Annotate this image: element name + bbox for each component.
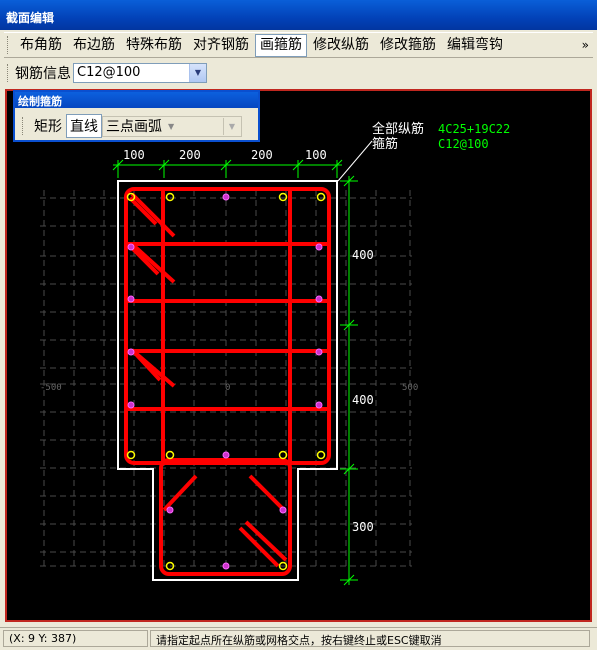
rectangle-mode-button[interactable]: 矩形 bbox=[30, 114, 66, 138]
stirrup-hook bbox=[130, 246, 160, 276]
side-bar bbox=[315, 295, 323, 303]
side-bar bbox=[222, 562, 230, 570]
arc-mode-select[interactable]: 三点画弧 ▼ ▼ bbox=[102, 115, 242, 137]
outer-stirrup bbox=[124, 187, 331, 465]
draw-stirrup-panel: 绘制箍筋 矩形 直线 三点画弧 ▼ ▼ bbox=[13, 90, 260, 142]
side-bar bbox=[127, 348, 135, 356]
corner-bar bbox=[316, 192, 326, 202]
legend-stirrup-label: 箍筋 bbox=[372, 136, 398, 152]
arc-mode-dropdown-icon: ▼ bbox=[168, 121, 175, 131]
legend-all-rebar-label: 全部纵筋 bbox=[372, 121, 424, 137]
legend-stirrup-value: C12@100 bbox=[438, 137, 489, 151]
legend-all-rebar-value: 4C25+19C22 bbox=[438, 122, 510, 136]
corner-bar bbox=[278, 192, 288, 202]
dim-top-4: 100 bbox=[305, 148, 327, 162]
corner-bar bbox=[278, 450, 288, 460]
legend-leader-line bbox=[337, 140, 373, 182]
side-bar bbox=[315, 243, 323, 251]
cursor-coordinates: (X: 9 Y: 387) bbox=[3, 630, 148, 647]
side-bar bbox=[315, 348, 323, 356]
status-message: 请指定起点所在纵筋或网格交点，按右键终止或ESC键取消 bbox=[150, 630, 590, 647]
panel-grip[interactable] bbox=[22, 117, 26, 135]
stirrup-hook bbox=[248, 474, 286, 512]
side-bar bbox=[222, 451, 230, 459]
grid-lines bbox=[40, 190, 412, 570]
side-bar bbox=[127, 295, 135, 303]
side-bar bbox=[315, 401, 323, 409]
chevron-down-icon[interactable]: ▼ bbox=[223, 117, 240, 135]
stirrup-hook bbox=[162, 474, 198, 512]
corner-bar bbox=[126, 450, 136, 460]
corner-bar bbox=[316, 450, 326, 460]
dim-right-3: 300 bbox=[352, 520, 374, 534]
section-outline bbox=[117, 180, 338, 581]
dim-top-3: 200 bbox=[251, 148, 273, 162]
line-mode-button[interactable]: 直线 bbox=[66, 114, 102, 138]
dim-right-1: 400 bbox=[352, 248, 374, 262]
axis-left-label: -500 bbox=[40, 383, 62, 393]
stirrup-hook bbox=[130, 242, 176, 284]
corner-bar bbox=[165, 450, 175, 460]
stirrup-hook bbox=[132, 350, 162, 382]
side-bar bbox=[127, 401, 135, 409]
dim-top-2: 200 bbox=[179, 148, 201, 162]
axis-center-label: 0 bbox=[225, 383, 230, 393]
side-bar bbox=[127, 243, 135, 251]
dimension-lines bbox=[112, 159, 358, 586]
arc-mode-value: 三点画弧 bbox=[106, 119, 162, 135]
corner-bar bbox=[165, 192, 175, 202]
status-bar: (X: 9 Y: 387) 请指定起点所在纵筋或网格交点，按右键终止或ESC键取… bbox=[0, 627, 597, 650]
axis-right-label: 500 bbox=[402, 383, 418, 393]
side-bar bbox=[222, 193, 230, 201]
side-bar bbox=[279, 506, 287, 514]
dim-top-1: 100 bbox=[123, 148, 145, 162]
dim-right-2: 400 bbox=[352, 393, 374, 407]
side-bar bbox=[166, 506, 174, 514]
draw-stirrup-panel-title[interactable]: 绘制箍筋 bbox=[15, 92, 258, 108]
